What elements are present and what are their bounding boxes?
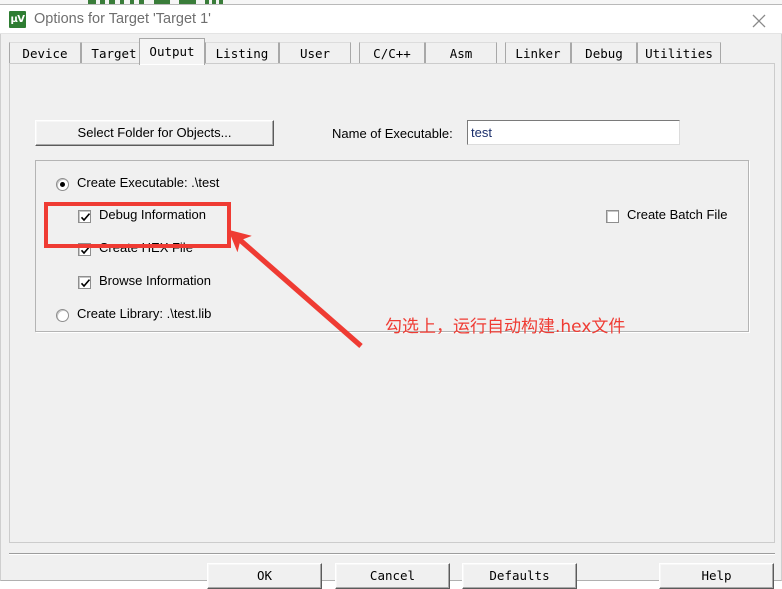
checkbox-checked-icon	[78, 276, 91, 289]
output-options-group: Create Executable: .\test Debug Informat…	[35, 160, 749, 332]
window-title: Options for Target 'Target 1'	[34, 11, 211, 27]
name-of-executable-label: Name of Executable:	[332, 126, 453, 141]
select-folder-for-objects-button[interactable]: Select Folder for Objects...	[35, 120, 274, 146]
radio-on-icon	[56, 178, 69, 191]
help-button[interactable]: Help	[659, 563, 774, 589]
tab-user[interactable]: User	[279, 42, 351, 64]
output-tab-page: Select Folder for Objects... Name of Exe…	[9, 63, 775, 543]
tab-cpp[interactable]: C/C++	[359, 42, 425, 64]
ok-button[interactable]: OK	[207, 563, 322, 589]
checkbox-unchecked-icon	[606, 210, 619, 223]
defaults-button[interactable]: Defaults	[462, 563, 577, 589]
close-icon	[752, 14, 766, 28]
dialog-client-area: Device Target Output Listing User C/C++ …	[0, 34, 782, 589]
checkbox-checked-icon	[78, 243, 91, 256]
tab-utilities[interactable]: Utilities	[637, 42, 721, 64]
title-bar: µV Options for Target 'Target 1'	[0, 5, 782, 34]
annotation-label: 勾选上，运行自动构建.hex文件	[385, 317, 626, 337]
tab-strip: Device Target Output Listing User C/C++ …	[9, 38, 775, 65]
tab-linker[interactable]: Linker	[505, 42, 571, 64]
close-button[interactable]	[736, 5, 782, 33]
bottom-separator	[9, 553, 775, 555]
tab-debug[interactable]: Debug	[571, 42, 637, 64]
tab-listing[interactable]: Listing	[205, 42, 279, 64]
radio-off-icon	[56, 309, 69, 322]
cancel-button[interactable]: Cancel	[335, 563, 450, 589]
options-dialog: µV Options for Target 'Target 1' Device …	[0, 0, 782, 589]
tab-asm[interactable]: Asm	[425, 42, 497, 64]
checkbox-checked-icon	[78, 210, 91, 223]
tab-target[interactable]: Target	[81, 42, 147, 64]
tab-device[interactable]: Device	[9, 42, 81, 64]
name-of-executable-input[interactable]	[467, 120, 680, 145]
tab-output[interactable]: Output	[139, 38, 205, 65]
uvision-logo-icon: µV	[9, 11, 26, 28]
